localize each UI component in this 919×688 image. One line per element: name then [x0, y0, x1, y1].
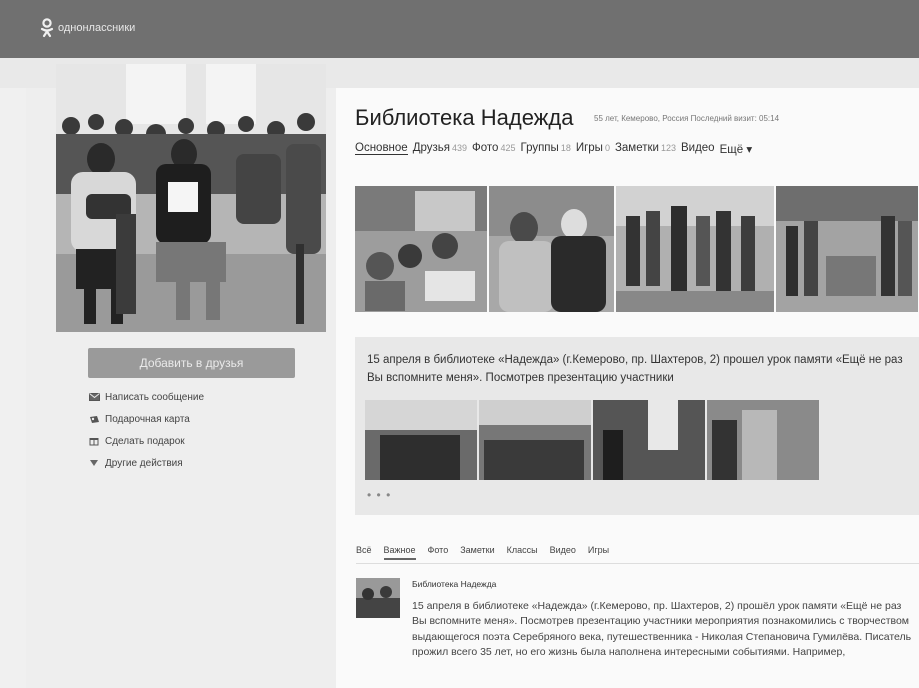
nav-games[interactable]: Игры 0 — [576, 142, 610, 156]
nav-photos[interactable]: Фото 425 — [472, 142, 515, 156]
profile-avatar[interactable] — [56, 64, 326, 332]
photo-thumb[interactable] — [355, 186, 487, 312]
nav-main[interactable]: Основное — [355, 142, 408, 156]
other-actions-link[interactable]: Другие действия — [88, 452, 204, 474]
tab-video[interactable]: Видео — [550, 545, 576, 560]
post-photo[interactable] — [365, 400, 477, 480]
feed-item-text: 15 апреля в библиотеке «Надежда» (г.Кеме… — [412, 600, 912, 659]
gift-card-icon — [88, 414, 100, 424]
site-logo[interactable]: однонлассники — [40, 18, 135, 38]
chevron-down-icon — [88, 458, 100, 468]
send-message-link[interactable]: Написать сообщение — [88, 386, 204, 408]
nav-notes[interactable]: Заметки 123 — [615, 142, 676, 156]
tab-likes[interactable]: Классы — [507, 545, 538, 560]
profile-nav: Основное Друзья 439 Фото 425 Группы 18 Игры… — [355, 142, 752, 156]
tab-all[interactable]: Всё — [356, 545, 372, 560]
send-message-label: Написать сообщение — [105, 391, 205, 403]
photo-thumb[interactable] — [616, 186, 774, 312]
photo-thumb[interactable] — [776, 186, 918, 312]
pinned-post[interactable]: 15 апреля в библиотеке «Надежда» (г.Кеме… — [355, 337, 919, 515]
post-photo[interactable] — [593, 400, 705, 480]
tab-notes[interactable]: Заметки — [460, 545, 494, 560]
profile-actions: Написать сообщение Подарочная карта Сдел… — [88, 386, 204, 474]
tab-games[interactable]: Игры — [588, 545, 609, 560]
ok-logo-icon — [40, 18, 54, 38]
feed-author-avatar[interactable] — [356, 578, 400, 618]
nav-groups[interactable]: Группы 18 — [520, 142, 570, 156]
tab-photo[interactable]: Фото — [428, 545, 449, 560]
profile-meta: 55 лет, Кемерово, Россия Последний визит… — [594, 114, 780, 123]
photo-strip — [355, 186, 918, 312]
nav-friends[interactable]: Друзья 439 — [413, 142, 467, 156]
nav-more[interactable]: Ещё ▾ — [720, 142, 753, 156]
other-actions-label: Другие действия — [105, 457, 183, 469]
gift-card-link[interactable]: Подарочная карта — [88, 408, 204, 430]
envelope-icon — [88, 392, 100, 402]
feed-divider — [356, 563, 919, 564]
profile-name: Библиотека Надежда — [355, 105, 574, 130]
gift-icon — [88, 436, 100, 446]
tab-important[interactable]: Важное — [383, 545, 416, 560]
more-dots[interactable]: • • • — [367, 488, 391, 502]
post-text: 15 апреля в библиотеке «Надежда» (г.Кеме… — [367, 354, 903, 384]
feed-author-name[interactable]: Библиотека Надежда — [412, 579, 496, 589]
post-thumbnails — [365, 400, 819, 480]
site-name: однонлассники — [58, 22, 136, 34]
add-friend-button[interactable]: Добавить в друзья — [88, 348, 295, 378]
make-gift-label: Сделать подарок — [105, 435, 185, 447]
post-photo[interactable] — [707, 400, 819, 480]
make-gift-link[interactable]: Сделать подарок — [88, 430, 204, 452]
top-bar: однонлассники — [0, 0, 919, 58]
post-photo[interactable] — [479, 400, 591, 480]
gift-card-label: Подарочная карта — [105, 413, 190, 425]
feed-tabs: Всё Важное Фото Заметки Классы Видео Игр… — [356, 545, 609, 560]
photo-thumb[interactable] — [489, 186, 614, 312]
nav-video[interactable]: Видео — [681, 142, 715, 156]
